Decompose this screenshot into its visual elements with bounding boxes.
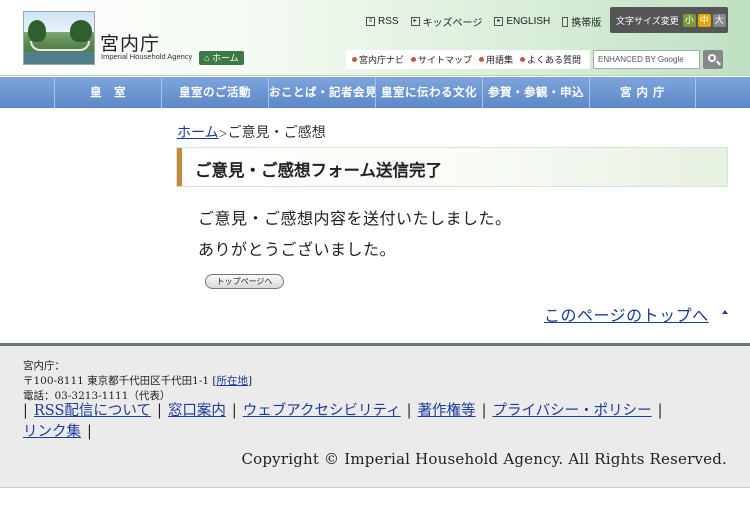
faq-label: よくある質問 [527,55,582,65]
arrow-box-icon: ▸ [494,17,504,26]
kids-page-link[interactable]: ▸ キッズページ [410,14,483,29]
nav-item-agency[interactable]: 宮 内 庁 [589,77,696,108]
page-title: ご意見・ご感想フォーム送信完了 [195,161,443,180]
nav-item-imperial-family[interactable]: 皇 室 [54,77,161,108]
font-size-medium-button[interactable]: 中 [697,13,711,27]
nav-item-addresses-press[interactable]: おことば・記者会見 [268,77,377,108]
search-button[interactable] [703,50,723,69]
font-size-large-button[interactable]: 大 [712,13,726,27]
home-button-label: ホーム [211,53,239,63]
up-arrow-icon [722,310,728,314]
breadcrumb: ホーム＞ご意見・ご感想 [177,122,326,142]
page-heading-box: ご意見・ご感想フォーム送信完了 [176,147,728,187]
font-size-switcher: 文字サイズ変更 小 中 大 [610,7,728,33]
nav-item-visits-applications[interactable]: 参賀・参観・申込 [482,77,589,108]
sitemap-link[interactable]: サイトマップ [411,53,472,66]
logo-tree-shape [70,20,92,42]
english-label: ENGLISH [506,16,551,27]
site-header: 宮内庁 Imperial Household Agency ⌂ ホーム ≡ RS… [0,0,750,76]
arrow-box-icon: ▸ [410,17,420,26]
footer-link-rss[interactable]: RSS配信について [34,403,151,419]
footer-address-text: 〒100-8111 東京都千代田区千代田1-1 [23,375,210,387]
agency-navi-label: 宮内庁ナビ [359,55,405,65]
nav-item-activities[interactable]: 皇室のご活動 [161,77,268,108]
footer-address: 〒100-8111 東京都千代田区千代田1-1 [所在地] [23,375,253,387]
location-link[interactable]: 所在地 [217,375,249,387]
search-input[interactable]: ENHANCED BY Google [593,50,700,69]
house-icon: ⌂ [204,53,210,63]
mobile-link[interactable]: 携帯版 [562,14,601,29]
home-button[interactable]: ⌂ ホーム [199,51,244,65]
font-size-label: 文字サイズ変更 [616,15,679,26]
rss-link-label: RSS [378,16,399,27]
confirmation-message: ご意見・ご感想内容を送付いたしました。 [198,209,512,228]
heading-accent-bar [177,148,182,186]
page-top-link[interactable]: このページのトップへ [544,302,709,326]
logo-photo[interactable] [23,11,95,65]
site-name-en: Imperial Household Agency [101,52,193,61]
bullet-icon [520,57,526,62]
breadcrumb-separator: ＞ [218,130,228,140]
footer-link-accessibility[interactable]: ウェブアクセシビリティ [243,403,401,419]
breadcrumb-current: ご意見・ご感想 [227,125,326,141]
agency-navi-link[interactable]: 宮内庁ナビ [352,53,404,66]
footer-link-links[interactable]: リンク集 [23,424,81,440]
logo-tree-shape [28,20,46,42]
footer-link-copyright[interactable]: 著作権等 [418,403,476,419]
glossary-link[interactable]: 用語集 [479,53,513,66]
footer-org-name: 宮内庁： [23,360,65,372]
font-size-small-button[interactable]: 小 [682,13,696,27]
thank-you-message: ありがとうございました。 [198,240,397,259]
bullet-icon [411,57,417,62]
english-link[interactable]: ▸ ENGLISH [494,14,550,29]
rss-icon: ≡ [366,17,375,26]
site-footer: 宮内庁： 〒100-8111 東京都千代田区千代田1-1 [所在地] 電話：03… [0,343,750,488]
utility-links: ≡ RSS ▸ キッズページ ▸ ENGLISH 携帯版 [366,14,601,29]
mobile-label: 携帯版 [571,18,602,29]
top-page-button[interactable]: トップページへ [205,274,284,289]
breadcrumb-home-link[interactable]: ホーム [177,125,219,141]
footer-link-privacy[interactable]: プライバシー・ポリシー [492,403,651,419]
kids-page-label: キッズページ [422,18,483,29]
footer-links: | RSS配信について | 窓口案内 | ウェブアクセシビリティ | 著作権等 | プライバシー・… [23,403,663,440]
glossary-label: 用語集 [486,55,514,65]
sitemap-label: サイトマップ [418,55,473,65]
faq-link[interactable]: よくある質問 [520,53,581,66]
search-placeholder: ENHANCED BY Google [598,55,684,64]
logo-bridge-shape [30,41,90,51]
mobile-icon [562,16,569,27]
copyright: Copyright © Imperial Household Agency. A… [241,450,727,468]
logo-water-shape [24,52,94,64]
rss-link[interactable]: ≡ RSS [366,14,399,29]
nav-item-culture[interactable]: 皇室に伝わる文化 [375,77,482,108]
footer-link-contact[interactable]: 窓口案内 [168,403,226,419]
bullet-icon [479,57,485,62]
bullet-icon [352,57,357,62]
sub-utility-links: 宮内庁ナビ サイトマップ 用語集 よくある質問 [346,50,590,69]
global-nav: 皇 室 皇室のご活動 おことば・記者会見 皇室に伝わる文化 参賀・参観・申込 宮… [0,77,750,108]
